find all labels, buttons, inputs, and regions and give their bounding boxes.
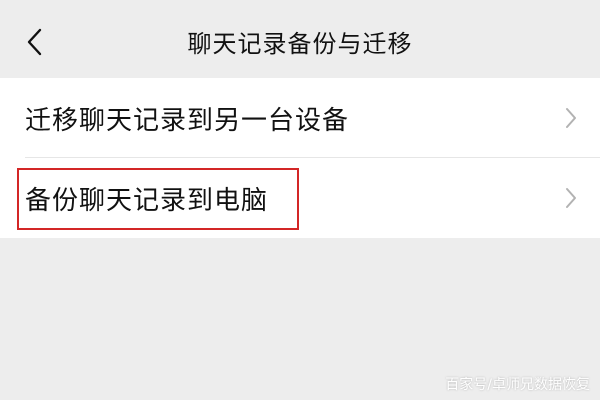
settings-list: 迁移聊天记录到另一台设备 备份聊天记录到电脑 [0, 78, 600, 238]
chevron-right-icon [566, 108, 576, 128]
page-title: 聊天记录备份与迁移 [187, 30, 413, 58]
chevron-right-icon [566, 188, 576, 208]
list-item-label: 备份聊天记录到电脑 [25, 185, 269, 216]
list-item-migrate-to-device[interactable]: 迁移聊天记录到另一台设备 [0, 78, 600, 158]
watermark: 百家号/卓师兄数据恢复 [445, 377, 590, 393]
list-item-label: 迁移聊天记录到另一台设备 [25, 105, 350, 136]
navigation-bar: 聊天记录备份与迁移 [0, 0, 600, 78]
list-item-backup-to-computer[interactable]: 备份聊天记录到电脑 [0, 158, 600, 238]
